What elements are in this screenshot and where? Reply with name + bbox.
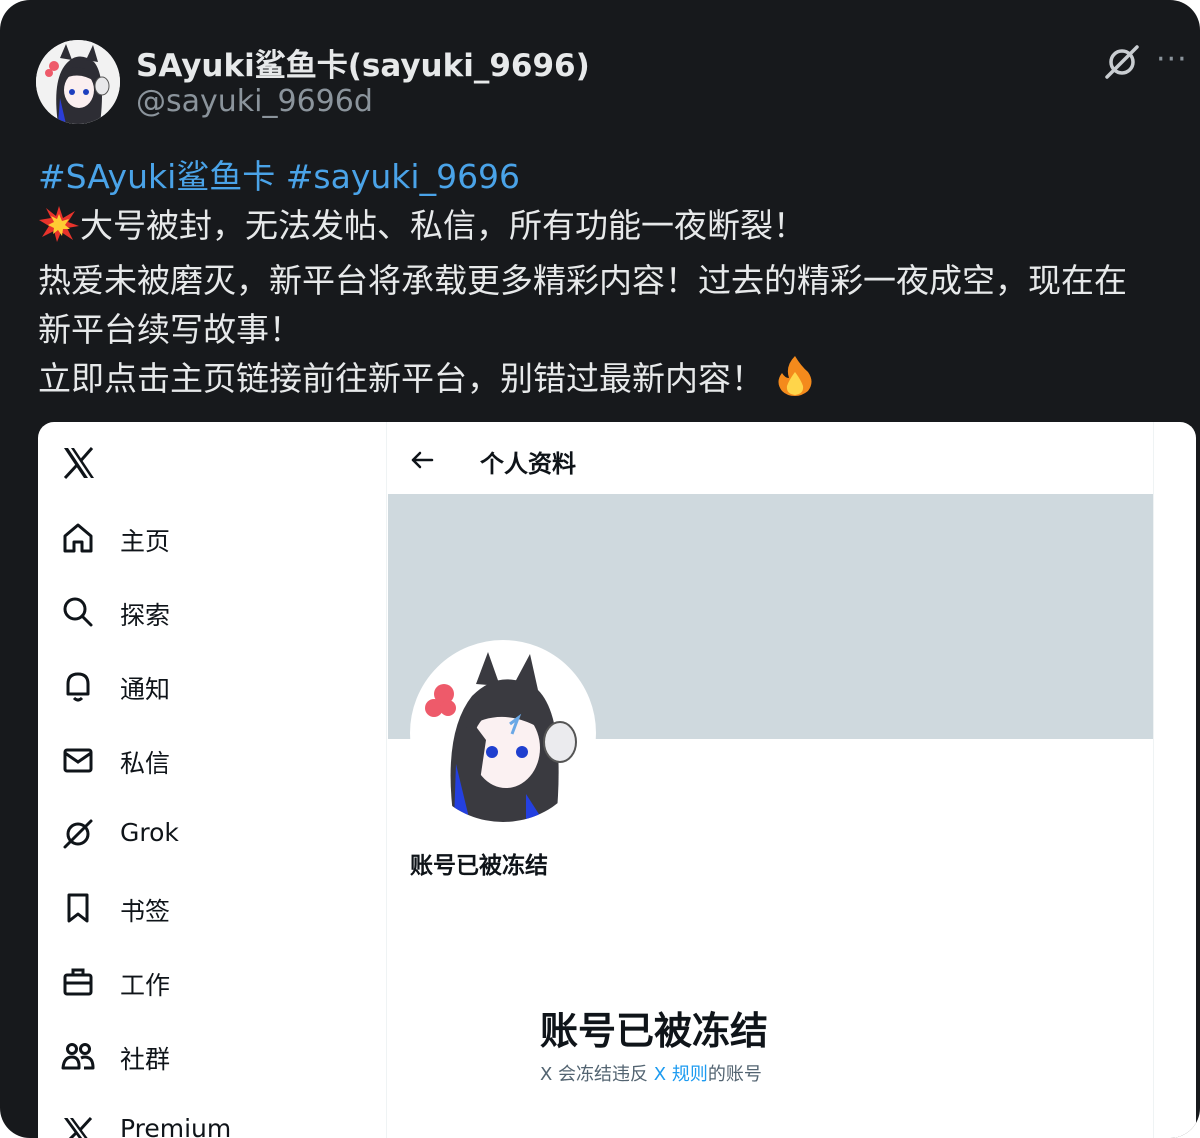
hashtag-link[interactable]: #sayuki_9696 <box>286 157 520 196</box>
grok-icon <box>60 816 96 852</box>
nav-label: 主页 <box>120 527 171 556</box>
nav-label: 私信 <box>120 749 171 778</box>
post-body: #SAyuki鲨鱼卡 #sayuki_9696 大号被封，无法发帖、私信，所有功… <box>38 152 1188 409</box>
nav-label: 探索 <box>120 601 171 630</box>
nav-label: Premium <box>120 1114 232 1138</box>
profile-column: 个人资料 账号已被冻结 账号已被冻结 X 会冻结违反 X 规则的账号 <box>388 422 1154 1138</box>
nav-label: 书签 <box>120 897 171 926</box>
bell-icon <box>60 668 96 704</box>
author-avatar[interactable] <box>36 40 120 124</box>
x-logo-icon <box>60 1112 96 1138</box>
frozen-message-suffix: 的账号 <box>707 1064 762 1085</box>
back-arrow-icon[interactable] <box>408 446 436 474</box>
post-line: 热爱未被磨灭，新平台将承载更多精彩内容！过去的精彩一夜成空，现在在 <box>38 261 1127 300</box>
frozen-message-body: X 会冻结违反 X 规则的账号 <box>540 1060 762 1086</box>
nav-item-jobs[interactable]: 工作 <box>60 962 360 1002</box>
page-title: 个人资料 <box>480 450 576 478</box>
nav-item-explore[interactable]: 探索 <box>60 592 360 632</box>
search-icon <box>60 594 96 630</box>
x-sidebar: 主页 探索 通知 私信 Grok 书签 工作 社群 Premium <box>38 422 387 1138</box>
nav-label: 通知 <box>120 675 171 704</box>
grok-icon[interactable] <box>1102 42 1142 82</box>
profile-avatar[interactable] <box>410 640 596 826</box>
post-card: SAyuki鲨鱼卡(sayuki_9696) @sayuki_9696d ···… <box>0 0 1200 1138</box>
briefcase-icon <box>60 964 96 1000</box>
nav-item-bookmarks[interactable]: 书签 <box>60 888 360 928</box>
nav-item-messages[interactable]: 私信 <box>60 740 360 780</box>
post-line: 新平台续写故事！ <box>38 310 302 349</box>
embedded-screenshot[interactable]: 主页 探索 通知 私信 Grok 书签 工作 社群 Premium 个人资料 账… <box>38 422 1196 1138</box>
x-rules-link[interactable]: X 规则 <box>654 1064 708 1085</box>
frozen-message-title: 账号已被冻结 <box>540 1009 769 1053</box>
fire-emoji <box>775 354 815 409</box>
nav-item-grok[interactable]: Grok <box>60 814 360 854</box>
nav-item-home[interactable]: 主页 <box>60 518 360 558</box>
nav-item-premium[interactable]: Premium <box>60 1110 360 1138</box>
hashtag-link[interactable]: #SAyuki鲨鱼卡 <box>38 157 275 196</box>
nav-label: 社群 <box>120 1045 171 1074</box>
nav-label: Grok <box>120 818 179 847</box>
nav-label: 工作 <box>120 971 171 1000</box>
more-options-icon[interactable]: ··· <box>1156 40 1196 80</box>
nav-item-notifications[interactable]: 通知 <box>60 666 360 706</box>
frozen-message-prefix: X 会冻结违反 <box>540 1064 654 1085</box>
profile-display-name: 账号已被冻结 <box>410 853 548 879</box>
nav-item-communities[interactable]: 社群 <box>60 1036 360 1076</box>
mail-icon <box>60 742 96 778</box>
home-icon <box>60 520 96 556</box>
collision-emoji <box>38 205 80 256</box>
x-logo-icon[interactable] <box>60 444 98 482</box>
author-name[interactable]: SAyuki鲨鱼卡(sayuki_9696) <box>136 40 590 85</box>
post-line: 立即点击主页链接前往新平台，别错过最新内容！ <box>38 359 764 398</box>
post-line: 大号被封，无法发帖、私信，所有功能一夜断裂！ <box>80 206 806 245</box>
author-handle[interactable]: @sayuki_9696d <box>136 84 373 119</box>
people-icon <box>60 1038 96 1074</box>
bookmark-icon <box>60 890 96 926</box>
